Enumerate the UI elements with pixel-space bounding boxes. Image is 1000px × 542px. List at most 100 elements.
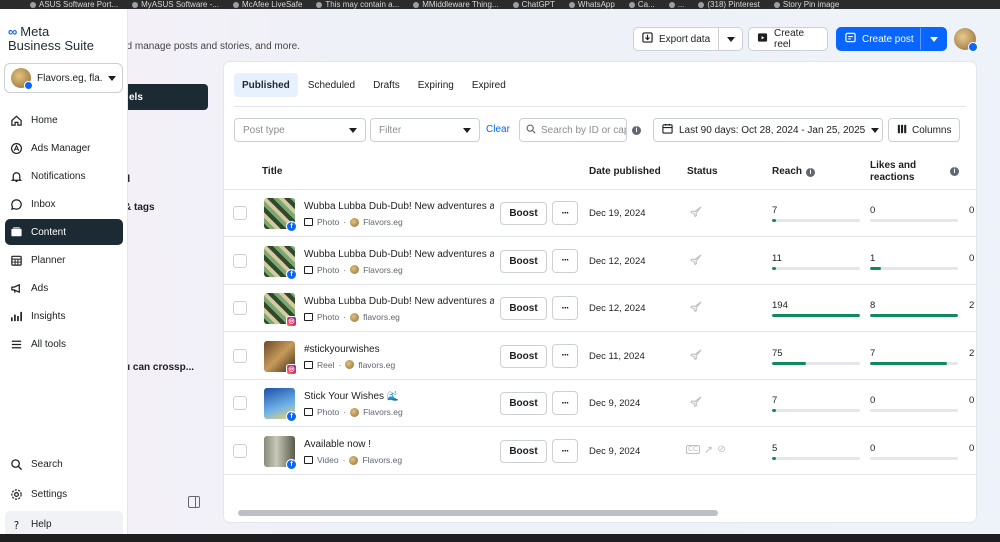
- likes-value: 0: [870, 205, 876, 216]
- more-options-icon[interactable]: ···: [552, 248, 578, 273]
- avatar: [350, 407, 360, 417]
- boost-button[interactable]: Boost: [500, 440, 547, 463]
- tab-scheduled[interactable]: Scheduled: [300, 73, 363, 97]
- boost-button[interactable]: Boost: [500, 297, 547, 321]
- search-icon: [526, 123, 536, 137]
- row-checkbox[interactable]: [233, 348, 247, 363]
- account-switcher[interactable]: Flavors.eg, fla...: [4, 63, 123, 93]
- sidebar-item-ads[interactable]: Ads: [5, 275, 123, 301]
- table-row[interactable]: f Wubba Lubba Dub-Dub! New adventures aw.…: [224, 238, 976, 285]
- published-rocket-icon: [689, 300, 703, 317]
- tab-drafts[interactable]: Drafts: [365, 73, 408, 97]
- post-title[interactable]: Wubba Lubba Dub-Dub! New adventures aw..…: [304, 296, 494, 307]
- bookmark-item[interactable]: McAfee LiveSafe: [232, 0, 302, 9]
- bookmark-item[interactable]: ...: [668, 0, 684, 9]
- likes-bar-fill: [870, 361, 948, 365]
- create-post-button[interactable]: Create post: [836, 27, 947, 51]
- sidebar-item-content[interactable]: Content: [5, 219, 123, 245]
- bookmark-item[interactable]: ASUS Software Port...: [30, 0, 118, 9]
- bookmark-item[interactable]: Story Pin image: [773, 0, 839, 9]
- column-date-published[interactable]: Date published: [589, 154, 661, 190]
- boost-button[interactable]: Boost: [500, 249, 547, 273]
- photo-type-icon: [304, 265, 313, 274]
- horizontal-scrollbar[interactable]: [230, 510, 970, 516]
- post-type: Photo: [317, 312, 340, 323]
- instagram-icon: ◎: [286, 316, 297, 328]
- search-input[interactable]: Search by ID or cap: [519, 118, 627, 142]
- table-row[interactable]: f Wubba Lubba Dub-Dub! New adventures aw.…: [224, 190, 976, 237]
- reach-bar-fill: [772, 219, 776, 222]
- row-checkbox[interactable]: [233, 444, 247, 458]
- bookmark-item[interactable]: ChatGPT: [512, 0, 555, 9]
- sidebar-item-search[interactable]: Search: [5, 451, 123, 477]
- bookmark-item[interactable]: (318) Pinterest: [698, 0, 760, 9]
- row-checkbox[interactable]: [233, 253, 247, 268]
- tab-expiring[interactable]: Expiring: [410, 73, 462, 97]
- more-options-icon[interactable]: ···: [552, 343, 578, 368]
- post-title[interactable]: Wubba Lubba Dub-Dub! New adventures aw..…: [304, 201, 494, 212]
- post-title[interactable]: #stickyourwishes: [304, 344, 494, 355]
- row-checkbox[interactable]: [233, 206, 247, 220]
- post-type-select[interactable]: Post type: [234, 118, 366, 142]
- table-row[interactable]: f Stick Your Wishes 🌊 Photo · Flavors.eg Boos…: [224, 380, 976, 428]
- bookmark-item[interactable]: This may contain a...: [316, 0, 399, 9]
- likes-value: 8: [870, 300, 876, 312]
- create-reel-button[interactable]: Create reel: [748, 27, 828, 51]
- export-data-button[interactable]: Export data: [633, 27, 743, 51]
- column-likes[interactable]: Likes and reactions i: [870, 154, 960, 190]
- boost-button[interactable]: Boost: [500, 392, 547, 416]
- sidebar-item-ads-manager[interactable]: Ads Manager: [5, 135, 123, 161]
- info-icon[interactable]: i: [950, 167, 959, 176]
- meta-business-suite-logo[interactable]: ∞ Meta Business Suite: [8, 25, 94, 53]
- behind-item: & tags: [124, 202, 155, 213]
- content-icon: [9, 225, 23, 239]
- scrollbar-thumb[interactable]: [238, 510, 718, 516]
- more-options-icon[interactable]: ···: [552, 439, 578, 463]
- export-dropdown-button[interactable]: [718, 28, 742, 50]
- reach-bar-fill: [772, 266, 777, 270]
- clear-filters-link[interactable]: Clear: [486, 124, 510, 135]
- column-reach[interactable]: Reach i: [772, 154, 816, 190]
- column-title[interactable]: Title: [262, 154, 282, 190]
- bookmark-item[interactable]: MyASUS Software -...: [132, 0, 219, 9]
- sidebar-item-home[interactable]: Home: [5, 107, 123, 133]
- post-type: Reel: [317, 359, 335, 370]
- create-post-dropdown[interactable]: [920, 28, 946, 50]
- likes-bar-fill: [870, 314, 958, 318]
- sidebar-item-notifications[interactable]: Notifications: [5, 163, 123, 189]
- post-title[interactable]: Stick Your Wishes 🌊: [304, 391, 494, 402]
- tab-published[interactable]: Published: [234, 73, 298, 97]
- row-checkbox[interactable]: [233, 301, 247, 316]
- published-rocket-icon: [689, 253, 703, 270]
- sidebar-item-inbox[interactable]: Inbox: [5, 191, 123, 217]
- bookmark-item[interactable]: WhatsApp: [568, 0, 615, 9]
- info-icon[interactable]: i: [806, 167, 816, 177]
- row-checkbox[interactable]: [233, 396, 247, 411]
- post-title[interactable]: Wubba Lubba Dub-Dub! New adventures aw..…: [304, 249, 494, 260]
- info-icon[interactable]: i: [632, 126, 641, 135]
- post-title[interactable]: Available now !: [304, 439, 494, 450]
- date-range-select[interactable]: Last 90 days: Oct 28, 2024 - Jan 25, 202…: [653, 118, 883, 142]
- sidebar-item-all-tools[interactable]: All tools: [5, 331, 123, 357]
- table-row[interactable]: ◎ #stickyourwishes Reel · flavors.eg Boost ···…: [224, 333, 976, 380]
- columns-button[interactable]: Columns: [888, 118, 960, 142]
- collapse-sidebar-icon[interactable]: [188, 496, 200, 508]
- sidebar-item-insights[interactable]: Insights: [5, 303, 123, 329]
- sidebar-item-planner[interactable]: Planner: [5, 247, 123, 273]
- video-type-icon: [304, 456, 313, 464]
- bookmark-item[interactable]: MMiddleware Thing...: [413, 0, 499, 9]
- profile-avatar[interactable]: [954, 28, 978, 52]
- sidebar-bottom-nav: Search Settings? Help: [0, 449, 128, 539]
- more-options-icon[interactable]: ···: [552, 391, 578, 416]
- more-options-icon[interactable]: ···: [552, 296, 578, 321]
- sidebar-item-settings[interactable]: Settings: [5, 481, 123, 507]
- tab-expired[interactable]: Expired: [464, 73, 514, 97]
- boost-button[interactable]: Boost: [500, 202, 547, 225]
- boost-button[interactable]: Boost: [500, 344, 547, 368]
- bookmark-item[interactable]: Ca...: [628, 0, 655, 9]
- table-row[interactable]: f Available now ! Video · Flavors.eg Boost ···…: [224, 428, 976, 475]
- filter-select[interactable]: Filter: [370, 118, 480, 142]
- column-status[interactable]: Status: [687, 154, 718, 190]
- table-row[interactable]: ◎ Wubba Lubba Dub-Dub! New adventures aw.…: [224, 285, 976, 333]
- more-options-icon[interactable]: ···: [552, 201, 578, 225]
